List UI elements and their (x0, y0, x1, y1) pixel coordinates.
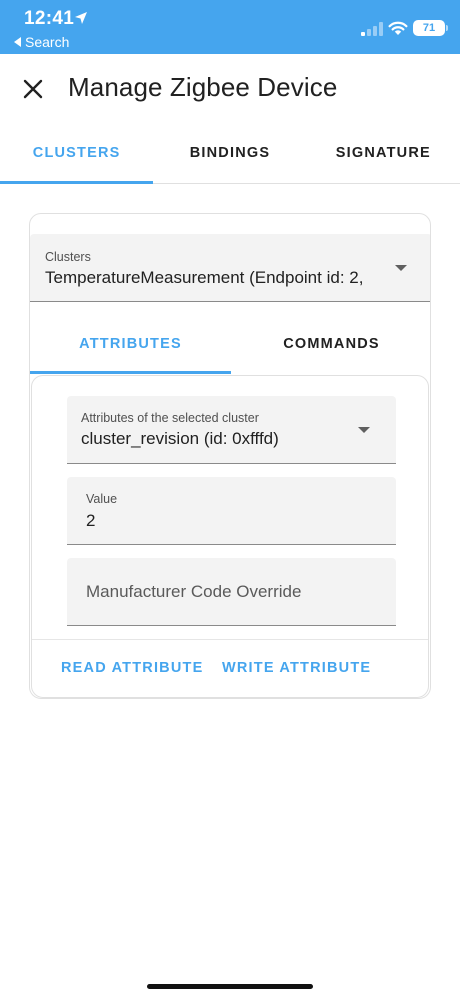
value-field-label: Value (86, 492, 118, 506)
attributes-card: Attributes of the selected cluster clust… (31, 375, 429, 698)
clusters-card: Clusters TemperatureMeasurement (Endpoin… (29, 213, 431, 699)
tab-signature[interactable]: SIGNATURE (307, 124, 460, 183)
attributes-select-label: Attributes of the selected cluster (81, 411, 259, 425)
tab-bindings[interactable]: BINDINGS (153, 124, 306, 183)
manufacturer-code-placeholder: Manufacturer Code Override (86, 582, 302, 601)
close-button[interactable] (16, 72, 50, 106)
back-label: Search (25, 34, 70, 50)
attributes-select-value: cluster_revision (id: 0xfffd) (81, 429, 279, 448)
home-indicator[interactable] (147, 984, 313, 989)
dialog-header: Manage Zigbee Device (0, 54, 460, 124)
top-tab-bar: CLUSTERS BINDINGS SIGNATURE (0, 124, 460, 184)
value-field-value: 2 (86, 511, 96, 530)
read-attribute-button[interactable]: READ ATTRIBUTE (61, 660, 203, 676)
clusters-select-label: Clusters (45, 250, 91, 264)
status-bar: 12:41 Search 71 (0, 0, 460, 54)
close-icon (23, 79, 43, 99)
card-actions: READ ATTRIBUTE WRITE ATTRIBUTE (32, 640, 428, 697)
cluster-tab-bar: ATTRIBUTES COMMANDS (30, 314, 430, 374)
location-arrow-icon (75, 12, 87, 24)
back-to-search-link[interactable]: Search (14, 34, 69, 50)
battery-indicator: 71 (413, 20, 445, 36)
tab-attributes[interactable]: ATTRIBUTES (30, 314, 231, 374)
value-field[interactable]: Value 2 (67, 477, 396, 545)
clusters-select[interactable]: Clusters TemperatureMeasurement (Endpoin… (30, 234, 430, 302)
status-time: 12:41 (24, 8, 75, 29)
battery-cap (446, 25, 448, 31)
tab-clusters[interactable]: CLUSTERS (0, 124, 154, 184)
dropdown-arrow-icon (358, 427, 370, 433)
wifi-icon (388, 21, 408, 35)
manufacturer-code-field[interactable]: Manufacturer Code Override (67, 558, 396, 626)
back-triangle-icon (14, 37, 21, 47)
attributes-select[interactable]: Attributes of the selected cluster clust… (67, 396, 396, 464)
page-title: Manage Zigbee Device (68, 72, 338, 102)
clusters-select-value: TemperatureMeasurement (Endpoint id: 2, (45, 268, 364, 287)
dropdown-arrow-icon (395, 265, 407, 271)
write-attribute-button[interactable]: WRITE ATTRIBUTE (222, 660, 371, 676)
tab-commands[interactable]: COMMANDS (231, 314, 430, 374)
cellular-signal-icon (361, 22, 383, 36)
